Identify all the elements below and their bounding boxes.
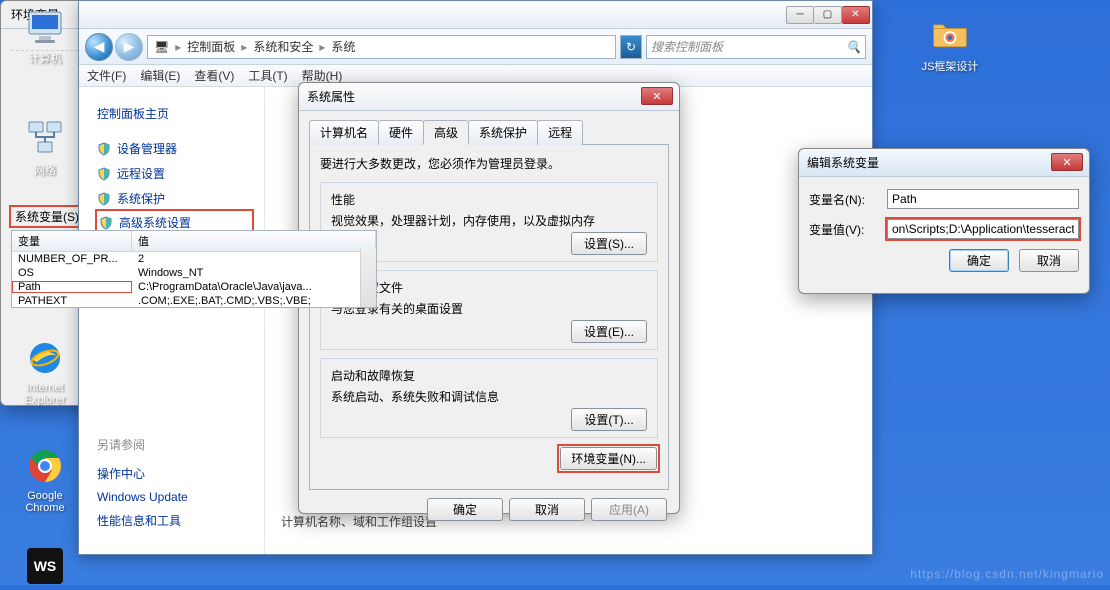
menu-view[interactable]: 查看(V) — [194, 67, 234, 84]
value-field[interactable] — [887, 219, 1079, 239]
system-vars-table[interactable]: 变量 值 NUMBER_OF_PR...2 OSWindows_NT PathC… — [11, 230, 377, 308]
desktop-icon-computer[interactable]: 计算机 — [15, 6, 75, 66]
desktop-icon-folder[interactable]: JS框架设计 — [920, 14, 980, 74]
watermark: https://blog.csdn.net/kingmario — [910, 567, 1104, 581]
folder-icon — [930, 14, 970, 54]
ie-icon — [25, 338, 65, 378]
link-performance[interactable]: 性能信息和工具 — [97, 508, 252, 533]
cancel-button[interactable]: 取消 — [509, 498, 585, 521]
desktop-icon-network[interactable]: 网络 — [15, 118, 75, 178]
name-label: 变量名(N): — [809, 191, 879, 208]
intro-text: 要进行大多数更改，您必须作为管理员登录。 — [320, 155, 658, 172]
group-label: 用户配置文件 — [331, 279, 647, 296]
group-desc: 系统启动、系统失败和调试信息 — [331, 388, 647, 405]
system-icon: 🖥 — [154, 40, 169, 54]
close-button[interactable]: ✕ — [842, 6, 870, 24]
sidebar-item-label: 设备管理器 — [117, 140, 177, 157]
sidebar-title[interactable]: 控制面板主页 — [97, 105, 252, 122]
desktop-icon-label: Internet Explorer — [15, 382, 75, 406]
search-placeholder: 搜索控制面板 — [651, 38, 723, 55]
breadcrumb-item[interactable]: 系统 — [331, 38, 355, 55]
shield-icon — [97, 192, 111, 206]
sidebar-item-protection[interactable]: 系统保护 — [97, 186, 252, 211]
group-label: 性能 — [331, 191, 647, 208]
ws-icon: WS — [25, 546, 65, 586]
cancel-button[interactable]: 取消 — [1019, 249, 1079, 272]
breadcrumb[interactable]: 🖥 ▸ 控制面板 ▸ 系统和安全 ▸ 系统 — [147, 35, 616, 59]
tab-hardware[interactable]: 硬件 — [378, 120, 424, 145]
breadcrumb-item[interactable]: 系统和安全 — [253, 38, 313, 55]
refresh-button[interactable]: ↻ — [620, 35, 642, 59]
close-icon[interactable]: ✕ — [1051, 153, 1083, 171]
group-startup: 启动和故障恢复 系统启动、系统失败和调试信息 设置(T)... — [320, 358, 658, 438]
dialog-title: 编辑系统变量 ✕ — [799, 149, 1089, 177]
perf-settings-button[interactable]: 设置(S)... — [571, 232, 647, 255]
sidebar: 控制面板主页 设备管理器 远程设置 系统保护 高级系统设置 另请参阅 操作中心 … — [79, 87, 265, 554]
link-windows-update[interactable]: Windows Update — [97, 486, 252, 508]
forward-button[interactable]: ▶ — [115, 33, 143, 61]
value-label: 变量值(V): — [809, 221, 879, 238]
tab-protection[interactable]: 系统保护 — [468, 120, 538, 145]
group-desc: 与您登录有关的桌面设置 — [331, 300, 647, 317]
dialog-title: 系统属性 ✕ — [299, 83, 679, 111]
tab-advanced[interactable]: 高级 — [423, 120, 469, 145]
scrollbar[interactable] — [360, 249, 376, 307]
desktop-icon-label: 网络 — [15, 162, 75, 178]
search-icon: 🔍 — [846, 40, 861, 54]
user-settings-button[interactable]: 设置(E)... — [571, 320, 647, 343]
env-vars-button[interactable]: 环境变量(N)... — [560, 447, 657, 470]
tab-pane-advanced: 要进行大多数更改，您必须作为管理员登录。 性能 视觉效果，处理器计划，内存使用，… — [309, 144, 669, 490]
menu-edit[interactable]: 编辑(E) — [140, 67, 180, 84]
desktop-icon-label: Google Chrome — [15, 490, 75, 514]
breadcrumb-item[interactable]: 控制面板 — [187, 38, 235, 55]
edit-sys-var-dialog: 编辑系统变量 ✕ 变量名(N): 变量值(V): 确定 取消 — [798, 148, 1090, 294]
tab-computer-name[interactable]: 计算机名 — [309, 120, 379, 145]
boot-settings-button[interactable]: 设置(T)... — [571, 408, 647, 431]
tab-bar: 计算机名 硬件 高级 系统保护 远程 — [309, 119, 669, 144]
link-action-center[interactable]: 操作中心 — [97, 461, 252, 486]
table-row-path[interactable]: PathC:\ProgramData\Oracle\Java\java... — [12, 280, 376, 294]
sidebar-item-remote[interactable]: 远程设置 — [97, 161, 252, 186]
table-row[interactable]: OSWindows_NT — [12, 266, 376, 280]
sidebar-item-label: 高级系统设置 — [119, 214, 191, 231]
group-label: 启动和故障恢复 — [331, 367, 647, 384]
minimize-button[interactable]: ─ — [786, 6, 814, 24]
apply-button: 应用(A) — [591, 498, 667, 521]
group-desc: 视觉效果，处理器计划，内存使用，以及虚拟内存 — [331, 212, 647, 229]
desktop-icon-chrome[interactable]: Google Chrome — [15, 446, 75, 514]
table-row[interactable]: PATHEXT.COM;.EXE;.BAT;.CMD;.VBS;.VBE; — [12, 294, 376, 308]
menu-file[interactable]: 文件(F) — [87, 67, 126, 84]
sidebar-item-label: 远程设置 — [117, 165, 165, 182]
search-input[interactable]: 搜索控制面板 🔍 — [646, 35, 866, 59]
shield-icon — [97, 142, 111, 156]
system-vars-label: 系统变量(S) — [11, 207, 83, 226]
tab-remote[interactable]: 远程 — [537, 120, 583, 145]
ok-button[interactable]: 确定 — [949, 249, 1009, 272]
menu-tools[interactable]: 工具(T) — [248, 67, 287, 84]
back-button[interactable]: ◀ — [85, 33, 113, 61]
window-titlebar: ─ ▢ ✕ — [79, 1, 872, 29]
column-value[interactable]: 值 — [132, 231, 376, 251]
name-field[interactable] — [887, 189, 1079, 209]
sidebar-item-device-manager[interactable]: 设备管理器 — [97, 136, 252, 161]
see-also-label: 另请参阅 — [97, 436, 252, 453]
chrome-icon — [25, 446, 65, 486]
table-row[interactable]: NUMBER_OF_PR...2 — [12, 252, 376, 266]
desktop-icon-label: JS框架设计 — [920, 58, 980, 74]
ok-button[interactable]: 确定 — [427, 498, 503, 521]
desktop-icon-ws[interactable]: WS — [15, 546, 75, 590]
shield-icon — [99, 216, 113, 230]
column-name[interactable]: 变量 — [12, 231, 132, 251]
maximize-button[interactable]: ▢ — [814, 6, 842, 24]
close-icon[interactable]: ✕ — [641, 87, 673, 105]
desktop-icon-label: 计算机 — [15, 50, 75, 66]
desktop-icon-ie[interactable]: Internet Explorer — [15, 338, 75, 406]
shield-icon — [97, 167, 111, 181]
network-icon — [25, 118, 65, 158]
sidebar-item-label: 系统保护 — [117, 190, 165, 207]
computer-icon — [25, 6, 65, 46]
nav-bar: ◀ ▶ 🖥 ▸ 控制面板 ▸ 系统和安全 ▸ 系统 ↻ 搜索控制面板 🔍 — [79, 29, 872, 65]
